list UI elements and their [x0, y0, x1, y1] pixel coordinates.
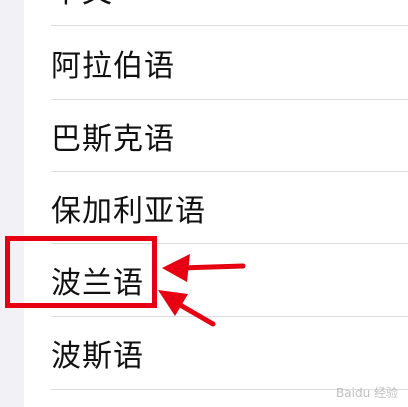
language-item-arabic[interactable]: 阿拉伯语: [24, 27, 408, 99]
language-item-bulgarian[interactable]: 保加利亚语: [24, 172, 408, 244]
language-item-persian[interactable]: 波斯语: [24, 317, 408, 389]
highlight-box: [5, 236, 157, 308]
language-label: 巴斯克语: [51, 122, 175, 157]
language-label: 阿拉伯语: [51, 49, 175, 84]
left-gutter: [0, 0, 24, 407]
language-list: 中文 阿拉伯语 巴斯克语 保加利亚语 波兰语 波斯语: [24, 0, 408, 407]
language-item-chinese[interactable]: 中文: [24, 0, 408, 25]
language-label: 中文: [51, 0, 113, 11]
language-label: 波斯语: [51, 339, 144, 374]
language-item-basque[interactable]: 巴斯克语: [24, 100, 408, 172]
watermark: Baidu 经验: [336, 386, 398, 400]
language-label: 保加利亚语: [51, 194, 206, 229]
divider: [51, 25, 408, 26]
language-list-screen: 中文 阿拉伯语 巴斯克语 保加利亚语 波兰语 波斯语: [0, 0, 408, 407]
